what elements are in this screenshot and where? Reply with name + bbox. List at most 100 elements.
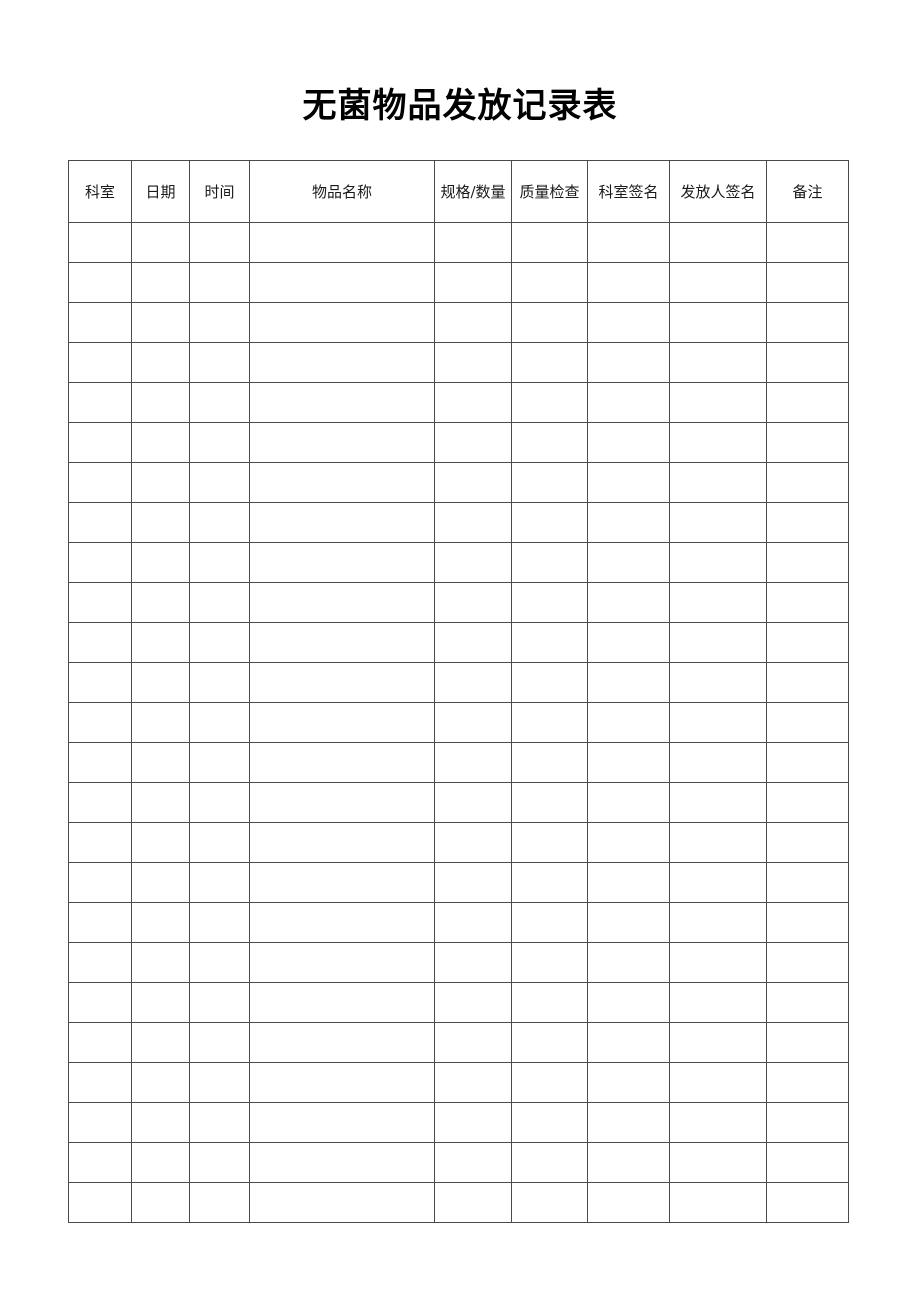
- cell-spec_quantity[interactable]: [434, 542, 512, 583]
- cell-department[interactable]: [68, 702, 132, 743]
- cell-time[interactable]: [189, 1022, 250, 1063]
- cell-item_name[interactable]: [249, 422, 435, 463]
- cell-spec_quantity[interactable]: [434, 382, 512, 423]
- cell-date[interactable]: [131, 222, 190, 263]
- cell-time[interactable]: [189, 1062, 250, 1103]
- cell-spec_quantity[interactable]: [434, 1182, 512, 1223]
- cell-item_name[interactable]: [249, 1182, 435, 1223]
- cell-remarks[interactable]: [766, 1102, 849, 1143]
- cell-spec_quantity[interactable]: [434, 1022, 512, 1063]
- cell-department[interactable]: [68, 542, 132, 583]
- cell-time[interactable]: [189, 942, 250, 983]
- cell-quality_check[interactable]: [511, 742, 588, 783]
- cell-department_sign[interactable]: [587, 502, 670, 543]
- cell-spec_quantity[interactable]: [434, 1062, 512, 1103]
- cell-department[interactable]: [68, 622, 132, 663]
- cell-issuer_sign[interactable]: [669, 702, 767, 743]
- cell-remarks[interactable]: [766, 382, 849, 423]
- cell-date[interactable]: [131, 742, 190, 783]
- cell-date[interactable]: [131, 1182, 190, 1223]
- cell-department_sign[interactable]: [587, 982, 670, 1023]
- cell-time[interactable]: [189, 262, 250, 303]
- cell-remarks[interactable]: [766, 1022, 849, 1063]
- cell-department_sign[interactable]: [587, 782, 670, 823]
- cell-department[interactable]: [68, 822, 132, 863]
- cell-spec_quantity[interactable]: [434, 902, 512, 943]
- cell-department[interactable]: [68, 1022, 132, 1063]
- cell-time[interactable]: [189, 222, 250, 263]
- cell-item_name[interactable]: [249, 942, 435, 983]
- cell-department_sign[interactable]: [587, 542, 670, 583]
- cell-quality_check[interactable]: [511, 422, 588, 463]
- cell-spec_quantity[interactable]: [434, 622, 512, 663]
- cell-remarks[interactable]: [766, 542, 849, 583]
- cell-time[interactable]: [189, 342, 250, 383]
- cell-item_name[interactable]: [249, 502, 435, 543]
- cell-date[interactable]: [131, 462, 190, 503]
- cell-remarks[interactable]: [766, 502, 849, 543]
- cell-date[interactable]: [131, 702, 190, 743]
- cell-quality_check[interactable]: [511, 222, 588, 263]
- cell-quality_check[interactable]: [511, 822, 588, 863]
- cell-department_sign[interactable]: [587, 702, 670, 743]
- cell-department_sign[interactable]: [587, 662, 670, 703]
- cell-item_name[interactable]: [249, 382, 435, 423]
- cell-item_name[interactable]: [249, 1142, 435, 1183]
- cell-quality_check[interactable]: [511, 462, 588, 503]
- cell-time[interactable]: [189, 502, 250, 543]
- cell-issuer_sign[interactable]: [669, 742, 767, 783]
- cell-date[interactable]: [131, 422, 190, 463]
- cell-department[interactable]: [68, 342, 132, 383]
- cell-time[interactable]: [189, 382, 250, 423]
- cell-department_sign[interactable]: [587, 462, 670, 503]
- cell-item_name[interactable]: [249, 822, 435, 863]
- cell-issuer_sign[interactable]: [669, 382, 767, 423]
- cell-time[interactable]: [189, 702, 250, 743]
- cell-department_sign[interactable]: [587, 822, 670, 863]
- cell-time[interactable]: [189, 742, 250, 783]
- cell-remarks[interactable]: [766, 222, 849, 263]
- cell-remarks[interactable]: [766, 1182, 849, 1223]
- cell-time[interactable]: [189, 902, 250, 943]
- cell-quality_check[interactable]: [511, 702, 588, 743]
- cell-department[interactable]: [68, 862, 132, 903]
- cell-issuer_sign[interactable]: [669, 342, 767, 383]
- cell-department[interactable]: [68, 422, 132, 463]
- cell-spec_quantity[interactable]: [434, 1102, 512, 1143]
- cell-spec_quantity[interactable]: [434, 822, 512, 863]
- cell-item_name[interactable]: [249, 622, 435, 663]
- cell-item_name[interactable]: [249, 582, 435, 623]
- cell-quality_check[interactable]: [511, 262, 588, 303]
- cell-item_name[interactable]: [249, 1022, 435, 1063]
- cell-spec_quantity[interactable]: [434, 1142, 512, 1183]
- cell-remarks[interactable]: [766, 582, 849, 623]
- cell-department_sign[interactable]: [587, 902, 670, 943]
- cell-spec_quantity[interactable]: [434, 582, 512, 623]
- cell-time[interactable]: [189, 782, 250, 823]
- cell-remarks[interactable]: [766, 302, 849, 343]
- cell-quality_check[interactable]: [511, 662, 588, 703]
- cell-department_sign[interactable]: [587, 422, 670, 463]
- cell-department_sign[interactable]: [587, 1182, 670, 1223]
- cell-date[interactable]: [131, 302, 190, 343]
- cell-spec_quantity[interactable]: [434, 702, 512, 743]
- cell-quality_check[interactable]: [511, 502, 588, 543]
- cell-remarks[interactable]: [766, 702, 849, 743]
- cell-department_sign[interactable]: [587, 1022, 670, 1063]
- cell-remarks[interactable]: [766, 862, 849, 903]
- cell-quality_check[interactable]: [511, 302, 588, 343]
- cell-date[interactable]: [131, 902, 190, 943]
- cell-issuer_sign[interactable]: [669, 542, 767, 583]
- cell-issuer_sign[interactable]: [669, 822, 767, 863]
- cell-department_sign[interactable]: [587, 222, 670, 263]
- cell-department[interactable]: [68, 502, 132, 543]
- cell-time[interactable]: [189, 862, 250, 903]
- cell-time[interactable]: [189, 1102, 250, 1143]
- cell-quality_check[interactable]: [511, 1062, 588, 1103]
- cell-quality_check[interactable]: [511, 862, 588, 903]
- cell-department[interactable]: [68, 902, 132, 943]
- cell-time[interactable]: [189, 422, 250, 463]
- cell-quality_check[interactable]: [511, 582, 588, 623]
- cell-issuer_sign[interactable]: [669, 1102, 767, 1143]
- cell-date[interactable]: [131, 502, 190, 543]
